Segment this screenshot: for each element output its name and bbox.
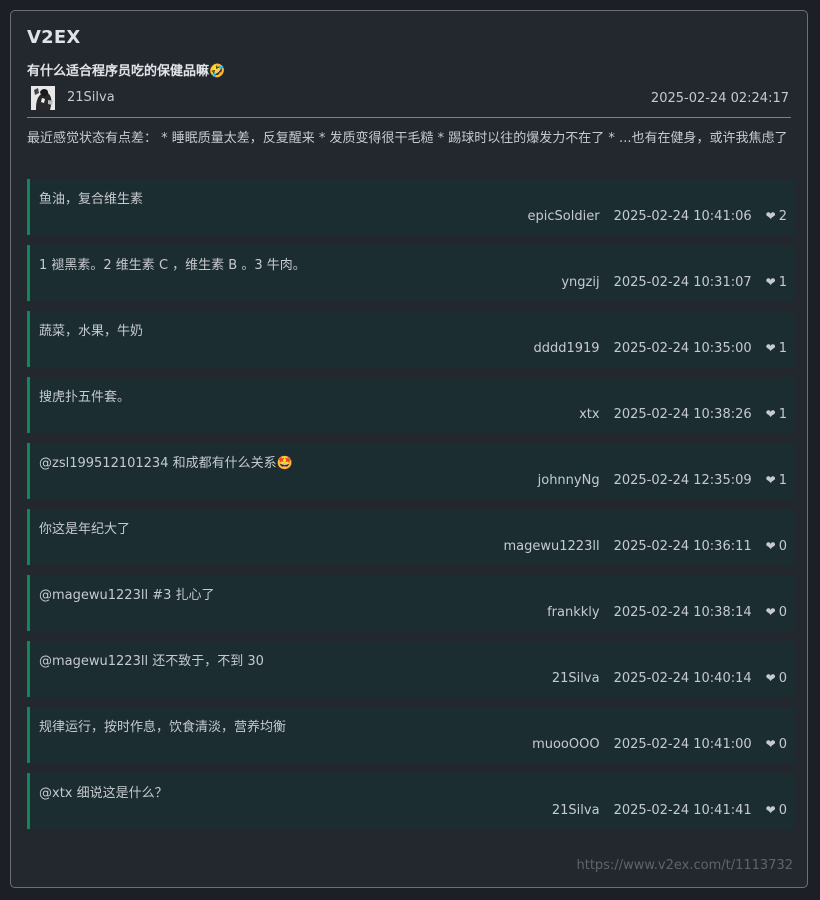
reply-likes: 0 xyxy=(778,803,787,818)
reply-meta: johnnyNg 2025-02-24 12:35:09 ❤ 1 xyxy=(538,473,787,488)
heart-icon[interactable]: ❤ xyxy=(766,341,776,355)
reply-time: 2025-02-24 10:41:41 xyxy=(613,803,752,818)
reply-meta: frankkly 2025-02-24 10:38:14 ❤ 0 xyxy=(547,605,787,620)
reply-meta: xtx 2025-02-24 10:38:26 ❤ 1 xyxy=(579,407,787,422)
reply-meta: yngzij 2025-02-24 10:31:07 ❤ 1 xyxy=(561,275,787,290)
reply-author[interactable]: muooOOO xyxy=(532,737,600,752)
reply-author[interactable]: 21Silva xyxy=(552,803,600,818)
reply-text: 搜虎扑五件套。 xyxy=(39,390,131,405)
reply-meta: muooOOO 2025-02-24 10:41:00 ❤ 0 xyxy=(532,737,787,752)
reply-time: 2025-02-24 10:41:00 xyxy=(613,737,752,752)
post-title[interactable]: 有什么适合程序员吃的保健品嘛🤣 xyxy=(27,60,225,79)
reply-text: 你这是年纪大了 xyxy=(39,522,131,537)
reply-likes: 0 xyxy=(778,671,787,686)
reply-author[interactable]: johnnyNg xyxy=(538,473,600,488)
reply-likes: 0 xyxy=(778,605,787,620)
heart-icon[interactable]: ❤ xyxy=(766,737,776,751)
reply-likes: 1 xyxy=(778,473,787,488)
reply-time: 2025-02-24 10:38:14 xyxy=(613,605,752,620)
reply-item: 蔬菜，水果，牛奶 dddd1919 2025-02-24 10:35:00 ❤ 1 xyxy=(27,311,795,367)
reply-time: 2025-02-24 10:38:26 xyxy=(613,407,752,422)
post-author[interactable]: 21Silva xyxy=(67,90,115,105)
reply-list: 鱼油，复合维生素 epicSoldier 2025-02-24 10:41:06 ❤ 2… xyxy=(27,179,795,839)
reply-text: 1 褪黑素。2 维生素 C ，维生素 B 。3 牛肉。 xyxy=(39,258,306,273)
reply-likes: 1 xyxy=(778,341,787,356)
reply-meta: 21Silva 2025-02-24 10:41:41 ❤ 0 xyxy=(552,803,787,818)
reply-likes: 2 xyxy=(778,209,787,224)
reply-item: @zsl199512101234 和成都有什么关系🤩 johnnyNg 2025-0… xyxy=(27,443,795,499)
reply-author[interactable]: dddd1919 xyxy=(533,341,599,356)
reply-text: 鱼油，复合维生素 xyxy=(39,192,144,207)
reply-meta: magewu1223ll 2025-02-24 10:36:11 ❤ 0 xyxy=(504,539,787,554)
author-row: 21Silva 2025-02-24 02:24:17 xyxy=(27,86,791,114)
reply-meta: epicSoldier 2025-02-24 10:41:06 ❤ 2 xyxy=(528,209,787,224)
avatar-image xyxy=(31,86,55,110)
topic-card: V2EX 有什么适合程序员吃的保健品嘛🤣 21Silva 2025-02-24 … xyxy=(10,10,808,888)
reply-likes: 1 xyxy=(778,407,787,422)
reply-meta: dddd1919 2025-02-24 10:35:00 ❤ 1 xyxy=(533,341,787,356)
reply-item: 鱼油，复合维生素 epicSoldier 2025-02-24 10:41:06 ❤ 2 xyxy=(27,179,795,235)
reply-item: 你这是年纪大了 magewu1223ll 2025-02-24 10:36:11 ❤ 0 xyxy=(27,509,795,565)
reply-likes: 0 xyxy=(778,539,787,554)
topic-url[interactable]: https://www.v2ex.com/t/1113732 xyxy=(576,858,793,873)
reply-time: 2025-02-24 10:40:14 xyxy=(613,671,752,686)
reply-item: @xtx 细说这是什么？ 21Silva 2025-02-24 10:41:41 ❤ 0 xyxy=(27,773,795,829)
divider xyxy=(27,117,791,118)
reply-author[interactable]: 21Silva xyxy=(552,671,600,686)
reply-text: 规律运行，按时作息，饮食清淡，营养均衡 xyxy=(39,720,287,735)
reply-author[interactable]: yngzij xyxy=(561,275,599,290)
heart-icon[interactable]: ❤ xyxy=(766,803,776,817)
reply-time: 2025-02-24 10:35:00 xyxy=(613,341,752,356)
avatar[interactable] xyxy=(31,86,55,110)
heart-icon[interactable]: ❤ xyxy=(766,671,776,685)
reply-time: 2025-02-24 10:36:11 xyxy=(613,539,752,554)
reply-time: 2025-02-24 12:35:09 xyxy=(613,473,752,488)
reply-item: @magewu1223ll 还不致于，不到 30 21Silva 2025-02-2… xyxy=(27,641,795,697)
reply-likes: 0 xyxy=(778,737,787,752)
reply-text: 蔬菜，水果，牛奶 xyxy=(39,324,144,339)
reply-item: 搜虎扑五件套。 xtx 2025-02-24 10:38:26 ❤ 1 xyxy=(27,377,795,433)
reply-time: 2025-02-24 10:31:07 xyxy=(613,275,752,290)
site-name[interactable]: V2EX xyxy=(27,27,80,48)
reply-text: @magewu1223ll #3 扎心了 xyxy=(39,588,215,603)
heart-icon[interactable]: ❤ xyxy=(766,209,776,223)
reply-text: @xtx 细说这是什么？ xyxy=(39,786,168,801)
reply-author[interactable]: xtx xyxy=(579,407,599,422)
reply-author[interactable]: magewu1223ll xyxy=(504,539,600,554)
reply-item: 1 褪黑素。2 维生素 C ，维生素 B 。3 牛肉。 yngzij 2025-02… xyxy=(27,245,795,301)
heart-icon[interactable]: ❤ xyxy=(766,275,776,289)
reply-item: @magewu1223ll #3 扎心了 frankkly 2025-02-24 1… xyxy=(27,575,795,631)
reply-item: 规律运行，按时作息，饮食清淡，营养均衡 muooOOO 2025-02-24 10:… xyxy=(27,707,795,763)
reply-likes: 1 xyxy=(778,275,787,290)
heart-icon[interactable]: ❤ xyxy=(766,539,776,553)
reply-meta: 21Silva 2025-02-24 10:40:14 ❤ 0 xyxy=(552,671,787,686)
heart-icon[interactable]: ❤ xyxy=(766,605,776,619)
reply-time: 2025-02-24 10:41:06 xyxy=(613,209,752,224)
reply-text: @magewu1223ll 还不致于，不到 30 xyxy=(39,654,264,669)
post-time: 2025-02-24 02:24:17 xyxy=(650,91,789,106)
reply-author[interactable]: epicSoldier xyxy=(528,209,600,224)
heart-icon[interactable]: ❤ xyxy=(766,473,776,487)
reply-text: @zsl199512101234 和成都有什么关系🤩 xyxy=(39,456,293,471)
post-body: 最近感觉状态有点差： * 睡眠质量太差，反复醒来 * 发质变得很干毛糙 * 踢球… xyxy=(27,131,788,146)
heart-icon[interactable]: ❤ xyxy=(766,407,776,421)
reply-author[interactable]: frankkly xyxy=(547,605,600,620)
